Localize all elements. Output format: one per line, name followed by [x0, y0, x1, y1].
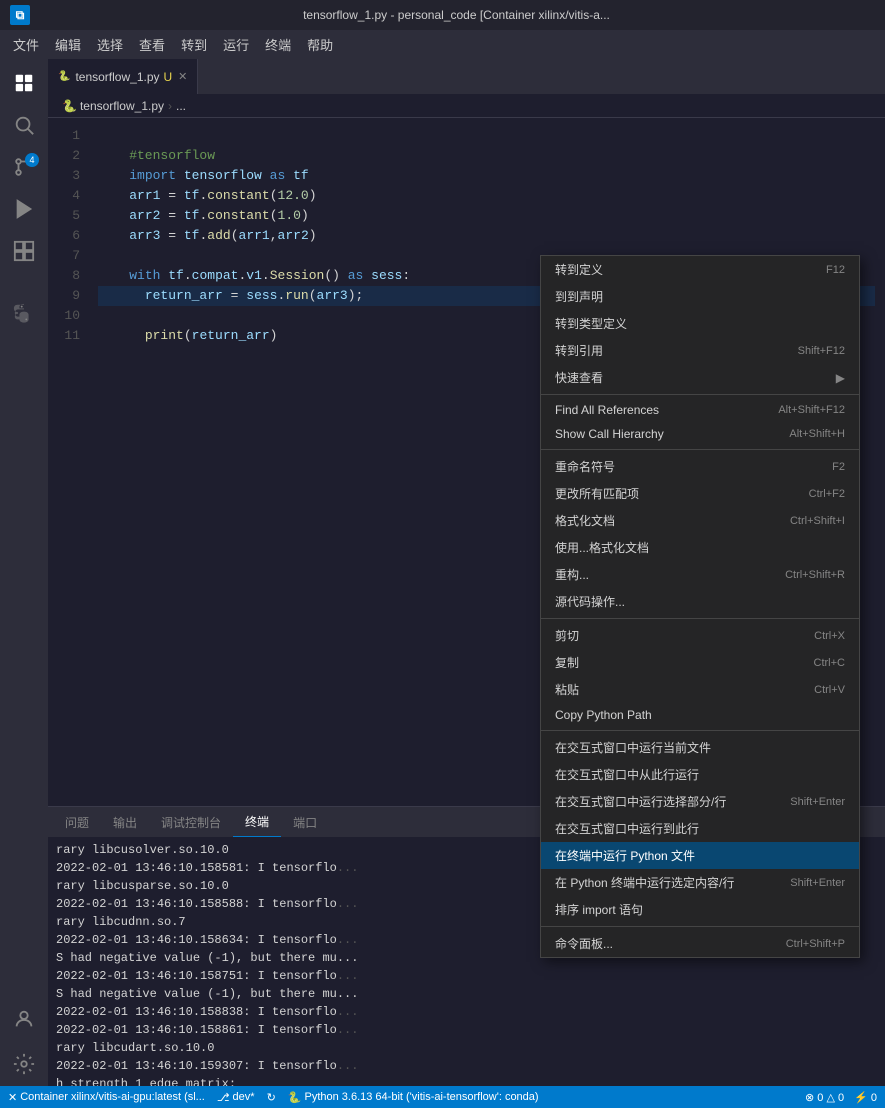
ctx-paste[interactable]: 粘贴Ctrl+V	[541, 676, 859, 703]
tab-modified: U	[164, 70, 173, 84]
status-errors[interactable]: ⊗ 0 △ 0	[805, 1091, 844, 1104]
status-sync[interactable]: ↻	[267, 1091, 276, 1104]
ctx-format-doc[interactable]: 格式化文档Ctrl+Shift+I	[541, 507, 859, 534]
ctx-cut[interactable]: 剪切Ctrl+X	[541, 622, 859, 649]
menu-bar: 文件 编辑 选择 查看 转到 运行 终端 帮助	[0, 30, 885, 58]
source-control-badge: 4	[25, 153, 39, 167]
editor-tab-tensorflow[interactable]: 🐍 tensorflow_1.py U ✕	[48, 59, 198, 94]
activity-bar: 4	[0, 58, 48, 1086]
terminal-line: 2022-02-01 13:46:10.159307: I tensorflo.…	[56, 1057, 877, 1075]
menu-edit[interactable]: 编辑	[47, 30, 89, 58]
title-bar: ⧉ tensorflow_1.py - personal_code [Conta…	[0, 0, 885, 30]
panel-tab-output[interactable]: 输出	[101, 807, 149, 837]
menu-goto[interactable]: 转到	[173, 30, 215, 58]
ctx-goto-definition[interactable]: 转到定义F12	[541, 256, 859, 283]
menu-help[interactable]: 帮助	[299, 30, 341, 58]
tab-label: tensorflow_1.py	[75, 70, 159, 84]
ctx-sep-4	[541, 730, 859, 731]
menu-run[interactable]: 运行	[215, 30, 257, 58]
python-status-icon: 🐍	[288, 1091, 302, 1104]
ctx-refactor[interactable]: 重构...Ctrl+Shift+R	[541, 561, 859, 588]
status-python-text: Python 3.6.13 64-bit ('vitis-ai-tensorfl…	[304, 1091, 538, 1103]
activity-run[interactable]	[4, 189, 44, 229]
ctx-copy[interactable]: 复制Ctrl+C	[541, 649, 859, 676]
panel-tab-problems[interactable]: 问题	[53, 807, 101, 837]
panel-tab-terminal[interactable]: 终端	[233, 807, 281, 837]
ctx-sep-5	[541, 926, 859, 927]
status-python[interactable]: 🐍 Python 3.6.13 64-bit ('vitis-ai-tensor…	[288, 1091, 539, 1104]
ctx-run-python-file[interactable]: 在终端中运行 Python 文件	[541, 842, 859, 869]
breadcrumb-sep: ›	[168, 99, 172, 113]
ctx-sep-2	[541, 449, 859, 450]
tab-bar: 🐍 tensorflow_1.py U ✕	[48, 58, 885, 94]
ctx-run-python-terminal[interactable]: 在 Python 终端中运行选定内容/行Shift+Enter	[541, 869, 859, 896]
terminal-line: rary libcudart.so.10.0	[56, 1039, 877, 1057]
ctx-run-from-line[interactable]: 在交互式窗口中从此行运行	[541, 761, 859, 788]
ctx-rename[interactable]: 重命名符号F2	[541, 453, 859, 480]
activity-source-control[interactable]: 4	[4, 147, 44, 187]
status-lightning[interactable]: ⚡ 0	[854, 1091, 877, 1104]
activity-settings[interactable]	[4, 1044, 44, 1084]
panel-tab-debug[interactable]: 调试控制台	[149, 807, 233, 837]
ctx-goto-references[interactable]: 转到引用Shift+F12	[541, 337, 859, 364]
activity-account[interactable]	[4, 999, 44, 1039]
line-numbers: 1 2 3 4 5 6 7 8 9 10 11	[48, 118, 88, 806]
container-icon: ✕	[8, 1091, 17, 1104]
ctx-sort-imports[interactable]: 排序 import 语句	[541, 896, 859, 923]
menu-terminal[interactable]: 终端	[257, 30, 299, 58]
ctx-change-all[interactable]: 更改所有匹配项Ctrl+F2	[541, 480, 859, 507]
status-bar: ✕ Container xilinx/vitis-ai-gpu:latest (…	[0, 1086, 885, 1108]
ctx-run-selection[interactable]: 在交互式窗口中运行选择部分/行Shift+Enter	[541, 788, 859, 815]
menu-file[interactable]: 文件	[5, 30, 47, 58]
ctx-sep-3	[541, 618, 859, 619]
status-right: ⊗ 0 △ 0 ⚡ 0	[805, 1091, 877, 1104]
vscode-icon: ⧉	[10, 5, 30, 25]
ctx-peek[interactable]: 快速查看▶	[541, 364, 859, 391]
status-branch-text: dev*	[233, 1091, 255, 1103]
menu-select[interactable]: 选择	[89, 30, 131, 58]
ctx-find-all-refs[interactable]: Find All ReferencesAlt+Shift+F12	[541, 398, 859, 422]
tab-close-button[interactable]: ✕	[178, 70, 187, 83]
sync-icon: ↻	[267, 1091, 276, 1104]
panel-tab-ports[interactable]: 端口	[281, 807, 329, 837]
ctx-command-palette[interactable]: 命令面板...Ctrl+Shift+P	[541, 930, 859, 957]
ctx-sep-1	[541, 394, 859, 395]
activity-python[interactable]	[4, 293, 44, 333]
terminal-line: 2022-02-01 13:46:10.158751: I tensorflo.…	[56, 967, 877, 985]
activity-explorer[interactable]	[4, 63, 44, 103]
status-branch[interactable]: ⎇ dev*	[217, 1091, 255, 1104]
ctx-goto-type[interactable]: 转到类型定义	[541, 310, 859, 337]
ctx-run-to-line[interactable]: 在交互式窗口中运行到此行	[541, 815, 859, 842]
status-container[interactable]: ✕ Container xilinx/vitis-ai-gpu:latest (…	[8, 1091, 205, 1104]
status-container-text: Container xilinx/vitis-ai-gpu:latest (sl…	[20, 1091, 205, 1103]
breadcrumb: 🐍tensorflow_1.py › ...	[48, 94, 885, 118]
context-menu: 转到定义F12 到到声明 转到类型定义 转到引用Shift+F12 快速查看▶ …	[540, 255, 860, 958]
terminal-line: 2022-02-01 13:46:10.158838: I tensorflo.…	[56, 1003, 877, 1021]
activity-search[interactable]	[4, 105, 44, 145]
breadcrumb-file[interactable]: 🐍tensorflow_1.py	[60, 99, 164, 113]
branch-icon: ⎇	[217, 1091, 230, 1104]
breadcrumb-symbol[interactable]: ...	[176, 99, 186, 113]
python-file-icon: 🐍	[58, 71, 70, 82]
ctx-format-with[interactable]: 使用...格式化文档	[541, 534, 859, 561]
ctx-copy-python-path[interactable]: Copy Python Path	[541, 703, 859, 727]
ctx-goto-declaration[interactable]: 到到声明	[541, 283, 859, 310]
activity-extensions[interactable]	[4, 231, 44, 271]
ctx-source-action[interactable]: 源代码操作...	[541, 588, 859, 615]
terminal-line: h strength 1 edge matrix:	[56, 1075, 877, 1086]
menu-view[interactable]: 查看	[131, 30, 173, 58]
terminal-line: 2022-02-01 13:46:10.158861: I tensorflo.…	[56, 1021, 877, 1039]
window-title: tensorflow_1.py - personal_code [Contain…	[38, 8, 875, 22]
terminal-line: S had negative value (-1), but there mu.…	[56, 985, 877, 1003]
ctx-run-in-interactive[interactable]: 在交互式窗口中运行当前文件	[541, 734, 859, 761]
ctx-call-hierarchy[interactable]: Show Call HierarchyAlt+Shift+H	[541, 422, 859, 446]
